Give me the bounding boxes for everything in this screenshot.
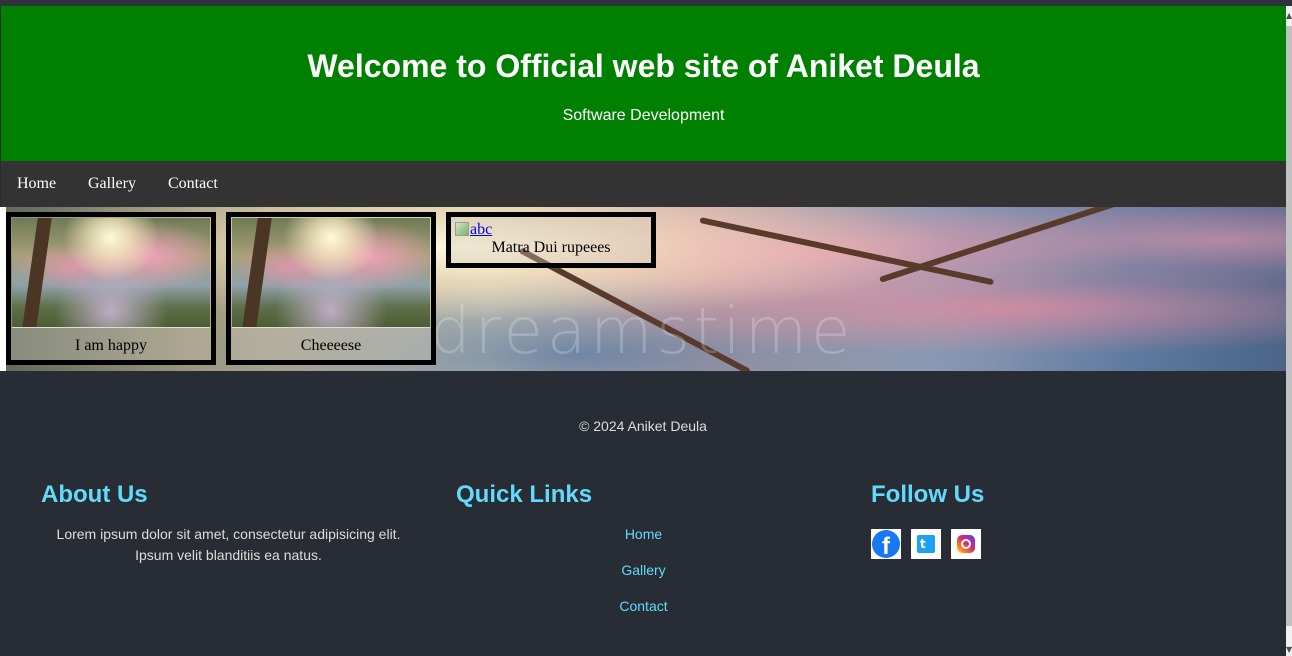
footer-link-home[interactable]: Home bbox=[625, 526, 662, 542]
nav-link-home[interactable]: Home bbox=[17, 174, 56, 194]
quick-links-list: Home Gallery Contact bbox=[456, 524, 831, 617]
nav-link-gallery[interactable]: Gallery bbox=[88, 174, 136, 194]
instagram-icon[interactable] bbox=[951, 529, 981, 559]
site-header: Welcome to Official web site of Aniket D… bbox=[1, 6, 1286, 161]
footer-about: About Us Lorem ipsum dolor sit amet, con… bbox=[41, 480, 416, 566]
watermark: dreamstime bbox=[430, 295, 855, 369]
card-caption: I am happy bbox=[75, 337, 147, 354]
background-branch bbox=[699, 217, 995, 286]
background-branch bbox=[879, 207, 1129, 283]
page-title: Welcome to Official web site of Aniket D… bbox=[307, 48, 980, 84]
about-text: Lorem ipsum dolor sit amet, consectetur … bbox=[56, 526, 401, 563]
broken-image-icon bbox=[455, 222, 469, 236]
footer-link-gallery[interactable]: Gallery bbox=[621, 562, 665, 578]
social-icons: f t bbox=[871, 529, 1246, 560]
gallery-section: dreamstime I am happy Cheeeese abc Matra… bbox=[0, 207, 1286, 371]
footer-quick-links: Quick Links Home Gallery Contact bbox=[456, 480, 831, 632]
facebook-icon[interactable]: f bbox=[871, 529, 901, 560]
footer-follow: Follow Us f t bbox=[871, 480, 1246, 560]
page-scrollbar[interactable]: ▲ ▼ bbox=[1286, 6, 1292, 656]
gallery-card[interactable]: Cheeeese bbox=[226, 212, 436, 365]
cherry-blossom-image[interactable] bbox=[12, 218, 210, 328]
twitter-icon[interactable]: t bbox=[911, 529, 941, 559]
scroll-down-arrow-icon[interactable]: ▼ bbox=[1286, 646, 1292, 654]
nav-link-contact[interactable]: Contact bbox=[168, 174, 218, 194]
page-subtitle: Software Development bbox=[562, 107, 725, 124]
footer-link-contact[interactable]: Contact bbox=[619, 598, 667, 614]
card-caption: Matra Dui rupeees bbox=[491, 239, 611, 256]
main-nav: Home Gallery Contact bbox=[1, 161, 1286, 207]
follow-heading: Follow Us bbox=[871, 481, 985, 508]
gallery-card[interactable]: I am happy bbox=[6, 212, 216, 365]
broken-image-link[interactable]: abc bbox=[455, 220, 492, 240]
scrollbar-thumb[interactable] bbox=[1286, 26, 1292, 626]
gallery-card[interactable]: abc Matra Dui rupeees bbox=[446, 212, 656, 268]
quick-links-heading: Quick Links bbox=[456, 481, 593, 508]
cherry-blossom-image[interactable] bbox=[232, 218, 430, 328]
copyright-text: © 2024 Aniket Deula bbox=[579, 418, 707, 434]
about-heading: About Us bbox=[41, 481, 148, 508]
scroll-up-arrow-icon[interactable]: ▲ bbox=[1286, 12, 1292, 20]
card-caption: Cheeeese bbox=[300, 337, 362, 354]
